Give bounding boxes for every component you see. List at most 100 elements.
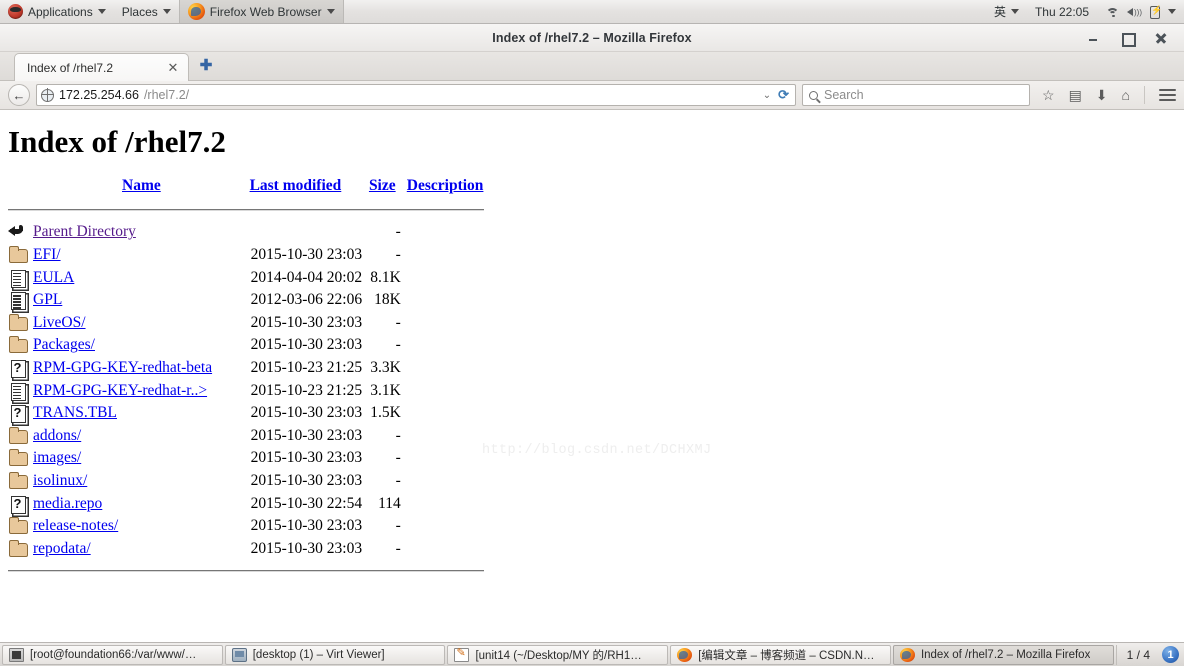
file-link[interactable]: LiveOS/ (33, 314, 86, 331)
file-link[interactable]: release-notes/ (33, 517, 118, 534)
row-icon-cell (8, 447, 32, 470)
file-link[interactable]: EULA (33, 269, 74, 286)
row-size-cell: - (395, 472, 401, 490)
divider-line (8, 570, 484, 573)
workspace-indicator[interactable]: 1 / 4 (1115, 644, 1160, 665)
sort-by-date-link[interactable]: Last modified (250, 177, 342, 194)
taskbar-item-label: Index of /rhel7.2 – Mozilla Firefox (920, 648, 1091, 661)
applications-menu[interactable]: Applications (0, 0, 114, 23)
row-size-cell: 8.1K (370, 268, 401, 286)
row-size-cell: - (395, 449, 401, 467)
window-titlebar: Index of /rhel7.2 – Mozilla Firefox (0, 24, 1184, 52)
taskbar-item-label: [root@foundation66:/var/www/… (30, 648, 197, 661)
file-link[interactable]: media.repo (33, 495, 102, 512)
folder-icon (8, 425, 28, 447)
tab-index-of-rhel72[interactable]: Index of /rhel7.2 ✕ (14, 53, 189, 81)
system-status-area[interactable]: ))) (1097, 0, 1184, 23)
row-name-cell: isolinux/ (32, 470, 250, 493)
row-date-cell: 2012-03-06 22:06 (250, 291, 363, 309)
row-size-cell: 3.3K (370, 359, 401, 377)
workspace-badge[interactable]: 1 (1162, 646, 1179, 663)
row-name-cell: repodata/ (32, 538, 250, 561)
back-button[interactable]: ← (8, 84, 30, 106)
minimize-button[interactable] (1086, 31, 1100, 45)
row-date-cell (250, 221, 369, 244)
window-controls (1086, 31, 1184, 47)
row-icon-cell (8, 312, 32, 335)
back-arrow-icon (8, 221, 28, 243)
row-description-cell (407, 334, 484, 357)
folder-icon (8, 515, 28, 537)
places-menu[interactable]: Places (114, 0, 179, 23)
row-date-cell: 2015-10-30 23:03 (250, 449, 363, 467)
globe-icon (40, 88, 54, 102)
file-link[interactable]: Parent Directory (33, 223, 136, 240)
places-menu-label: Places (121, 4, 158, 19)
clock[interactable]: Thu 22:05 (1027, 0, 1097, 23)
row-icon-cell (8, 266, 32, 289)
file-link[interactable]: addons/ (33, 427, 81, 444)
table-row: LiveOS/2015-10-30 23:03 - (8, 312, 484, 335)
header-size: Size (369, 176, 407, 199)
row-date-cell: 2015-10-30 23:03 (250, 313, 363, 331)
sort-by-name-link[interactable]: Name (122, 177, 161, 194)
row-name-cell: media.repo (32, 492, 250, 515)
taskbar-window-list: [root@foundation66:/var/www/… [desktop (1… (2, 644, 1114, 665)
downloads-icon[interactable]: ⬇ (1096, 88, 1108, 102)
search-input[interactable]: Search (802, 84, 1030, 106)
taskbar-item[interactable]: [unit14 (~/Desktop/MY 的/RH1… (447, 644, 669, 665)
row-date-cell: 2015-10-30 23:03 (250, 336, 363, 354)
file-link[interactable]: isolinux/ (33, 472, 87, 489)
row-description-cell (407, 221, 484, 244)
new-tab-button[interactable]: ✚ (193, 52, 219, 78)
reader-list-icon[interactable]: ▤ (1069, 88, 1082, 102)
close-button[interactable] (1154, 31, 1168, 45)
url-host-text: 172.25.254.66 (59, 88, 139, 102)
redhat-logo-icon (8, 4, 23, 19)
file-link[interactable]: images/ (33, 449, 81, 466)
clock-label: Thu 22:05 (1034, 4, 1089, 19)
row-date-cell: 2015-10-30 22:54 (250, 494, 363, 512)
home-icon[interactable]: ⌂ (1122, 88, 1130, 102)
row-date-cell: 2015-10-30 23:03 (250, 246, 363, 264)
row-name-cell: images/ (32, 447, 250, 470)
monitor-icon (231, 647, 247, 662)
row-date-cell: 2015-10-30 23:03 (250, 472, 363, 490)
active-app-label: Firefox Web Browser (209, 4, 322, 19)
taskbar-item[interactable]: [root@foundation66:/var/www/… (2, 644, 223, 665)
url-bar[interactable]: 172.25.254.66 /rhel7.2/ ⌄ ⟳ (36, 84, 796, 106)
file-link[interactable]: repodata/ (33, 540, 91, 557)
maximize-button[interactable] (1120, 31, 1136, 47)
input-method-indicator[interactable]: 英 (986, 0, 1027, 23)
bookmark-star-icon[interactable]: ☆ (1042, 88, 1055, 102)
file-link[interactable]: GPL (33, 291, 62, 308)
sort-by-size-link[interactable]: Size (369, 177, 396, 194)
file-link[interactable]: EFI/ (33, 246, 61, 263)
taskbar-item[interactable]: Index of /rhel7.2 – Mozilla Firefox (892, 644, 1114, 665)
row-description-cell (407, 470, 484, 493)
chevron-down-icon[interactable]: ⌄ (763, 90, 771, 101)
file-link[interactable]: TRANS.TBL (33, 404, 117, 421)
page-title: Index of /rhel7.2 (8, 124, 226, 159)
unknown-file-icon: ? (8, 402, 28, 424)
table-row: EULA 2014-04-04 20:02 8.1K (8, 266, 484, 289)
row-icon-cell (8, 334, 32, 357)
file-link[interactable]: RPM-GPG-KEY-redhat-r..> (33, 382, 207, 399)
file-link[interactable]: RPM-GPG-KEY-redhat-beta (33, 359, 212, 376)
desktop-top-panel: Applications Places Firefox Web Browser … (0, 0, 1184, 24)
file-link[interactable]: Packages/ (33, 336, 95, 353)
firefox-icon (677, 647, 693, 662)
folder-icon (8, 447, 28, 469)
taskbar-item[interactable]: [desktop (1) – Virt Viewer] (224, 644, 446, 665)
search-placeholder: Search (824, 88, 864, 102)
toolbar-divider (1144, 86, 1145, 104)
taskbar-item[interactable]: [编辑文章 – 博客频道 – CSDN.N… (670, 644, 891, 665)
row-date-cell: 2015-10-30 23:03 (250, 517, 363, 535)
sort-by-description-link[interactable]: Description (407, 177, 484, 194)
firefox-window: Index of /rhel7.2 – Mozilla Firefox Inde… (0, 24, 1184, 642)
active-app-menu[interactable]: Firefox Web Browser (178, 0, 344, 23)
menu-hamburger-icon[interactable] (1159, 89, 1176, 101)
footer-divider (8, 560, 484, 583)
tab-close-icon[interactable]: ✕ (166, 61, 180, 75)
reload-icon[interactable]: ⟳ (778, 87, 789, 103)
